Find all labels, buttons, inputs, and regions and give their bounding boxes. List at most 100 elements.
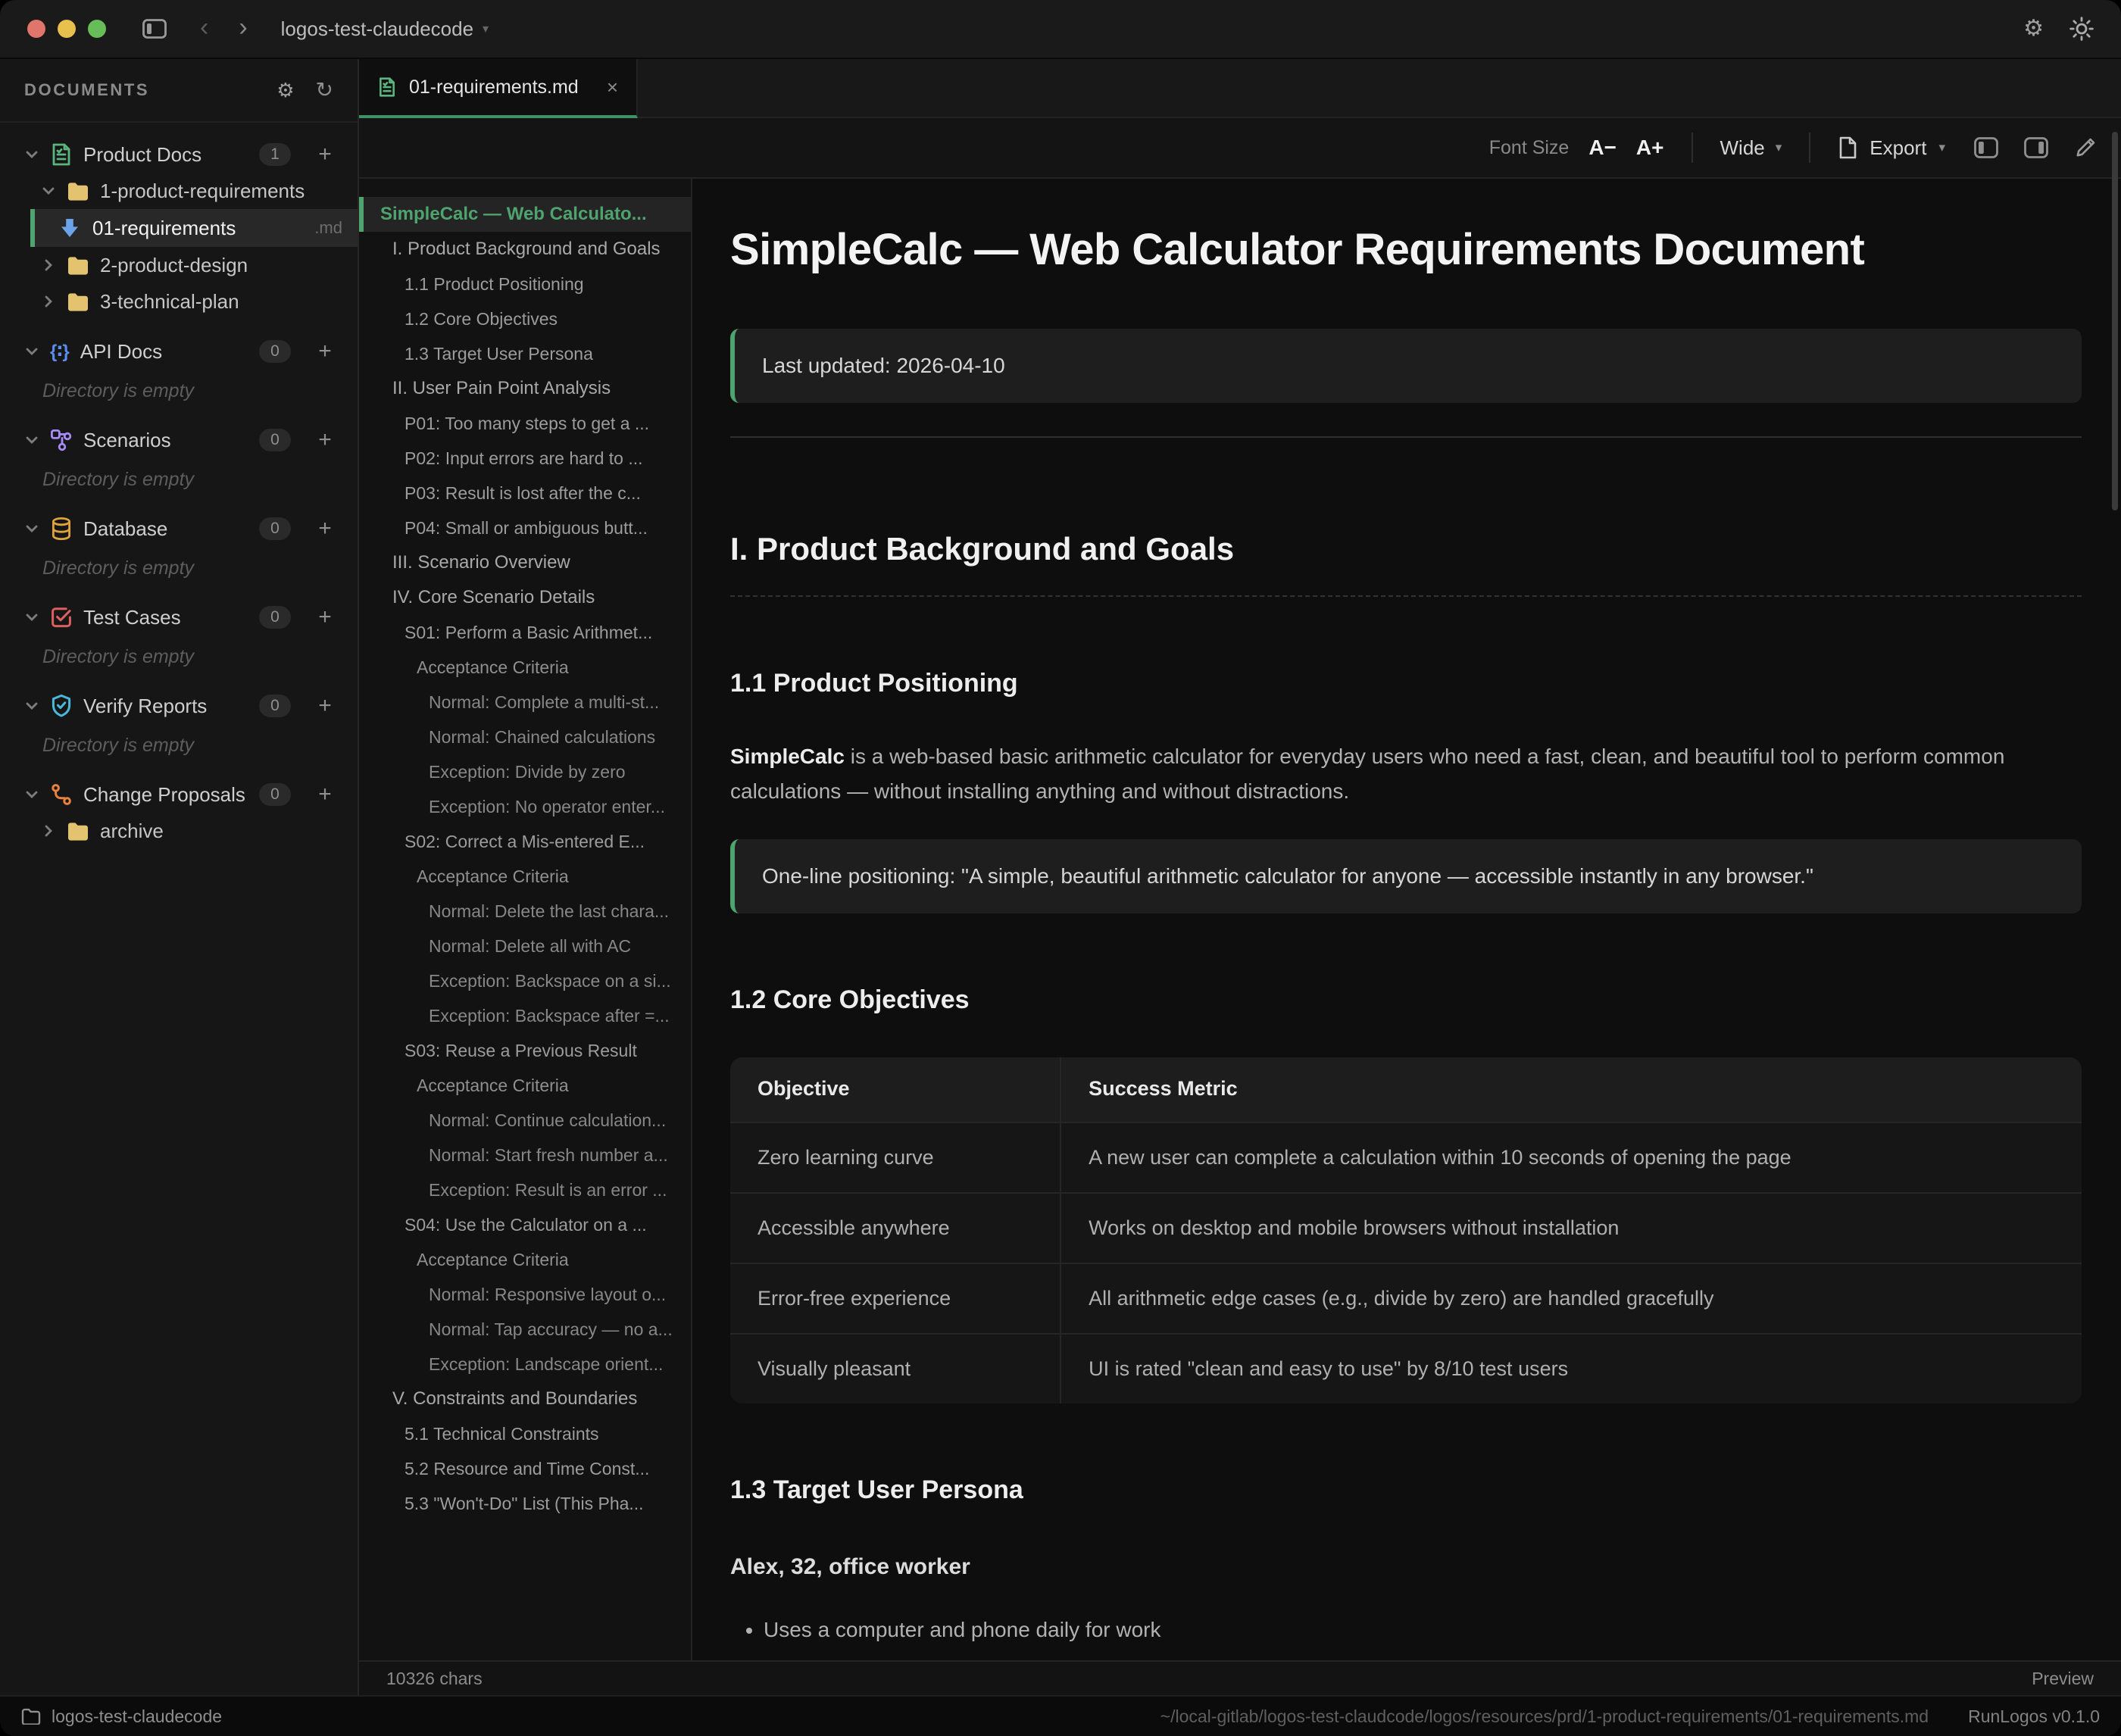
sidebar-section-test-cases[interactable]: Test Cases 0 + bbox=[0, 599, 358, 635]
nav-back-button[interactable]: ‹ bbox=[200, 14, 208, 40]
toc-item[interactable]: Acceptance Criteria bbox=[359, 1242, 691, 1277]
minimize-window-button[interactable] bbox=[58, 20, 76, 38]
toc-item[interactable]: Normal: Start fresh number a... bbox=[359, 1138, 691, 1172]
toc-item[interactable]: 5.2 Resource and Time Const... bbox=[359, 1451, 691, 1486]
panel-right-toggle-icon[interactable] bbox=[2024, 137, 2048, 158]
toc-item-label: P01: Too many steps to get a ... bbox=[405, 414, 649, 434]
documents-settings-icon[interactable]: ⚙ bbox=[276, 80, 294, 100]
toc-item[interactable]: II. User Pain Point Analysis bbox=[359, 371, 691, 406]
close-window-button[interactable] bbox=[27, 20, 45, 38]
toc-item[interactable]: I. Product Background and Goals bbox=[359, 232, 691, 267]
table-row: Visually pleasant UI is rated "clean and… bbox=[730, 1333, 2082, 1403]
toc-item[interactable]: III. Scenario Overview bbox=[359, 545, 691, 580]
add-test-case-button[interactable]: + bbox=[315, 606, 335, 629]
toc-item[interactable]: Exception: Backspace on a si... bbox=[359, 963, 691, 998]
theme-sun-icon[interactable] bbox=[2069, 17, 2094, 41]
toc-item-label: S03: Reuse a Previous Result bbox=[405, 1041, 637, 1061]
toc-item[interactable]: Normal: Tap accuracy — no a... bbox=[359, 1312, 691, 1347]
export-button[interactable]: Export ▾ bbox=[1838, 136, 1945, 160]
toc-item[interactable]: Normal: Continue calculation... bbox=[359, 1103, 691, 1138]
sidebar-section-change-proposals[interactable]: Change Proposals 0 + bbox=[0, 776, 358, 813]
chevron-down-icon[interactable] bbox=[24, 432, 39, 448]
tab-01-requirements[interactable]: 01-requirements.md × bbox=[359, 59, 638, 118]
toc-item[interactable]: P03: Result is lost after the c... bbox=[359, 476, 691, 510]
toc-item[interactable]: 1.3 Target User Persona bbox=[359, 336, 691, 371]
toc-item[interactable]: IV. Core Scenario Details bbox=[359, 580, 691, 615]
count-badge: 0 bbox=[259, 340, 291, 363]
toc-item-label: Exception: Backspace after =... bbox=[429, 1006, 670, 1026]
panel-left-toggle-icon[interactable] bbox=[1974, 137, 1998, 158]
toc-item[interactable]: Exception: Landscape orient... bbox=[359, 1347, 691, 1382]
scrollbar-thumb[interactable] bbox=[2112, 132, 2118, 510]
toc-item[interactable]: Exception: Divide by zero bbox=[359, 754, 691, 789]
font-decrease-button[interactable]: A− bbox=[1588, 136, 1617, 160]
sidebar-section-database[interactable]: Database 0 + bbox=[0, 510, 358, 547]
add-change-proposal-button[interactable]: + bbox=[315, 783, 335, 806]
toc-item[interactable]: V. Constraints and Boundaries bbox=[359, 1382, 691, 1416]
toc-item[interactable]: S01: Perform a Basic Arithmet... bbox=[359, 615, 691, 650]
sidebar-section-api-docs[interactable]: {∶} API Docs 0 + bbox=[0, 333, 358, 370]
markdown-preview[interactable]: SimpleCalc — Web Calculator Requirements… bbox=[692, 179, 2121, 1660]
chevron-right-icon[interactable] bbox=[41, 258, 56, 273]
toc-item[interactable]: Acceptance Criteria bbox=[359, 650, 691, 685]
toc-item[interactable]: Normal: Complete a multi-st... bbox=[359, 685, 691, 720]
settings-gear-icon[interactable]: ⚙ bbox=[2023, 17, 2044, 40]
sidebar-section-product-docs[interactable]: Product Docs 1 + bbox=[0, 136, 358, 173]
refresh-icon[interactable]: ↻ bbox=[316, 80, 333, 101]
add-database-button[interactable]: + bbox=[315, 517, 335, 540]
table-cell-metric: A new user can complete a calculation wi… bbox=[1061, 1122, 2082, 1192]
font-increase-button[interactable]: A+ bbox=[1636, 136, 1664, 160]
toc-item[interactable]: P02: Input errors are hard to ... bbox=[359, 441, 691, 476]
toc-item[interactable]: P04: Small or ambiguous butt... bbox=[359, 510, 691, 545]
chevron-down-icon[interactable] bbox=[24, 610, 39, 625]
toc-item[interactable]: Normal: Responsive layout o... bbox=[359, 1277, 691, 1312]
add-scenario-button[interactable]: + bbox=[315, 429, 335, 451]
title-caret-icon[interactable]: ▾ bbox=[483, 21, 489, 36]
toc-item[interactable]: Acceptance Criteria bbox=[359, 1068, 691, 1103]
toc-item[interactable]: Exception: No operator enter... bbox=[359, 789, 691, 824]
toc-item[interactable]: SimpleCalc — Web Calculato... bbox=[359, 197, 691, 232]
checkbox-icon bbox=[50, 606, 73, 629]
sidebar-folder-archive[interactable]: archive bbox=[0, 813, 358, 849]
add-document-button[interactable]: + bbox=[315, 143, 335, 166]
toc-item[interactable]: 5.3 "Won't-Do" List (This Pha... bbox=[359, 1486, 691, 1521]
toc-item[interactable]: S03: Reuse a Previous Result bbox=[359, 1033, 691, 1068]
toc-item[interactable]: S02: Correct a Mis-entered E... bbox=[359, 824, 691, 859]
sidebar-folder-3-technical-plan[interactable]: 3-technical-plan bbox=[0, 283, 358, 320]
edit-pencil-icon[interactable] bbox=[2074, 136, 2097, 159]
toc-item[interactable]: 5.1 Technical Constraints bbox=[359, 1416, 691, 1451]
width-mode-dropdown[interactable]: Wide ▾ bbox=[1720, 136, 1782, 160]
chevron-down-icon[interactable] bbox=[24, 147, 39, 162]
chevron-down-icon[interactable] bbox=[41, 183, 56, 198]
zoom-window-button[interactable] bbox=[88, 20, 106, 38]
sidebar-toggle-icon[interactable] bbox=[142, 19, 167, 39]
sidebar-file-01-requirements[interactable]: 01-requirements .md bbox=[30, 209, 358, 247]
toc-item[interactable]: Normal: Chained calculations bbox=[359, 720, 691, 754]
nav-forward-button[interactable]: › bbox=[239, 14, 247, 40]
toc-item[interactable]: S04: Use the Calculator on a ... bbox=[359, 1207, 691, 1242]
sidebar-folder-2-product-design[interactable]: 2-product-design bbox=[0, 247, 358, 283]
add-api-doc-button[interactable]: + bbox=[315, 340, 335, 363]
toc-item[interactable]: P01: Too many steps to get a ... bbox=[359, 406, 691, 441]
toc-item[interactable]: Normal: Delete all with AC bbox=[359, 929, 691, 963]
chevron-right-icon[interactable] bbox=[41, 823, 56, 838]
toc-item[interactable]: 1.1 Product Positioning bbox=[359, 267, 691, 301]
preview-mode-label[interactable]: Preview bbox=[2032, 1669, 2094, 1689]
folder-label: 2-product-design bbox=[100, 254, 248, 277]
sidebar-folder-1-product-requirements[interactable]: 1-product-requirements bbox=[0, 173, 358, 209]
toc-item[interactable]: Acceptance Criteria bbox=[359, 859, 691, 894]
chevron-down-icon[interactable] bbox=[24, 698, 39, 713]
close-tab-icon[interactable]: × bbox=[607, 77, 618, 97]
sidebar-section-verify-reports[interactable]: Verify Reports 0 + bbox=[0, 688, 358, 724]
chevron-down-icon[interactable] bbox=[24, 787, 39, 802]
toc-item[interactable]: Normal: Delete the last chara... bbox=[359, 894, 691, 929]
sidebar-section-scenarios[interactable]: Scenarios 0 + bbox=[0, 422, 358, 458]
chevron-down-icon[interactable] bbox=[24, 344, 39, 359]
add-verify-report-button[interactable]: + bbox=[315, 695, 335, 717]
chevron-right-icon[interactable] bbox=[41, 294, 56, 309]
toc-item[interactable]: 1.2 Core Objectives bbox=[359, 301, 691, 336]
chevron-down-icon[interactable] bbox=[24, 521, 39, 536]
toc-item[interactable]: Exception: Result is an error ... bbox=[359, 1172, 691, 1207]
toc-item[interactable]: Exception: Backspace after =... bbox=[359, 998, 691, 1033]
empty-directory-label: Directory is empty bbox=[0, 640, 358, 674]
